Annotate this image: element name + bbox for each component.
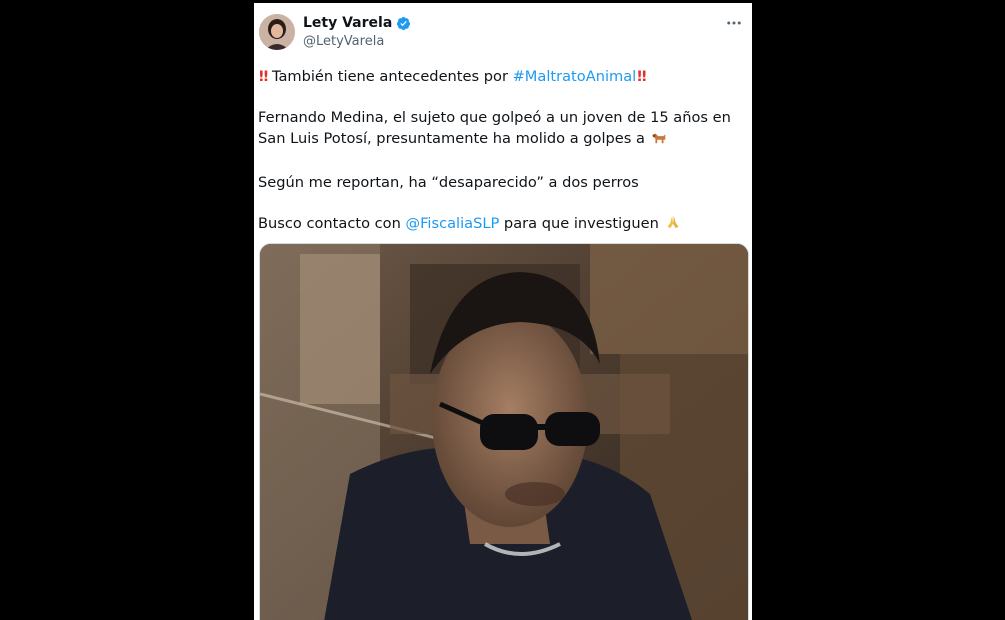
tweet-paragraph-2: Fernando Medina, el sujeto que golpeó a … [258, 107, 748, 152]
author-name[interactable]: Lety Varela [303, 15, 411, 31]
mention-link[interactable]: @FiscaliaSLP [405, 215, 499, 232]
avatar[interactable] [259, 14, 295, 50]
tweet-paragraph-1: !! También tiene antecedentes por #Maltr… [258, 66, 748, 87]
verified-badge-icon [396, 16, 411, 31]
more-options-button[interactable] [722, 11, 746, 35]
hashtag-link[interactable]: #MaltratoAnimal [513, 68, 637, 85]
tweet-paragraph-4: Busco contacto con @FiscaliaSLP para que… [258, 213, 748, 237]
author-handle[interactable]: @LetyVarela [303, 34, 384, 49]
folded-hands-icon [664, 213, 682, 237]
paragraph-4-text-pre: Busco contacto con [258, 215, 406, 232]
screenshot-stage: Lety Varela @LetyVarela !! También tiene… [0, 0, 1005, 620]
paragraph-4-text-post: para que investiguen [499, 215, 664, 232]
double-exclamation-icon: !! [258, 68, 269, 85]
paragraph-1-text: También tiene antecedentes por [271, 68, 513, 85]
tweet-media-image[interactable] [259, 243, 749, 620]
more-options-icon [727, 21, 741, 25]
dog-icon [650, 128, 668, 152]
double-exclamation-icon: !! [636, 68, 647, 85]
tweet-card: Lety Varela @LetyVarela !! También tiene… [254, 3, 752, 620]
tweet-paragraph-3: Según me reportan, ha “desaparecido” a d… [258, 174, 639, 191]
cctv-photo [260, 244, 748, 620]
tweet-text: !! También tiene antecedentes por #Maltr… [258, 66, 748, 257]
author-name-text[interactable]: Lety Varela [303, 15, 392, 31]
